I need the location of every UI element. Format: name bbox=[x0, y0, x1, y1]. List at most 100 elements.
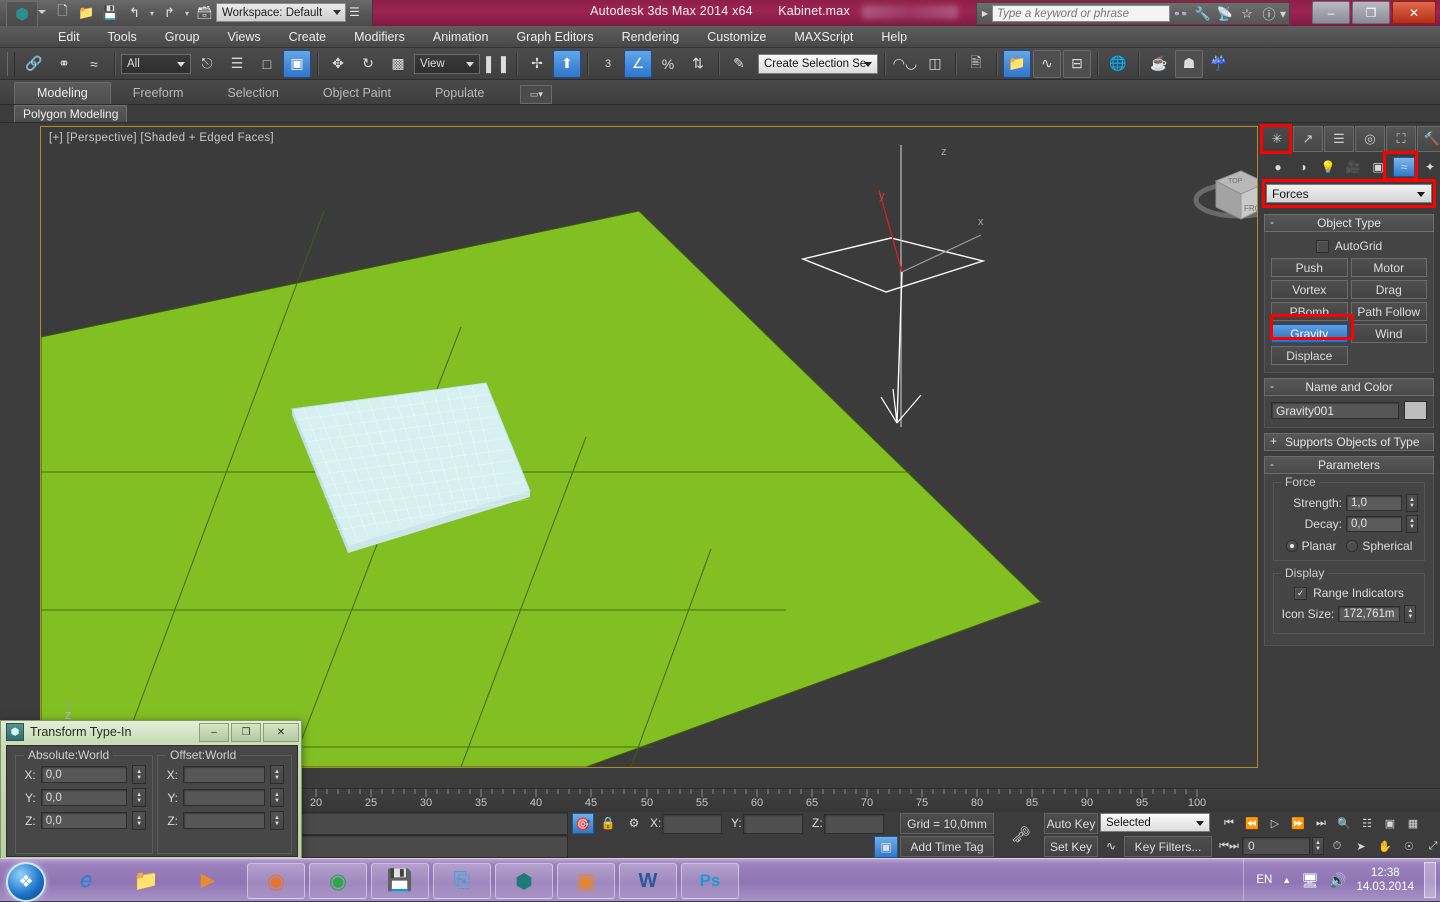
offset-y-input[interactable] bbox=[183, 789, 265, 806]
offset-x-spinner[interactable]: ▲ ▼ bbox=[270, 765, 284, 784]
decay-input[interactable]: 0,0 bbox=[1346, 516, 1402, 532]
autogrid-checkbox[interactable] bbox=[1315, 239, 1329, 253]
object-color-swatch[interactable] bbox=[1404, 401, 1427, 420]
y-coord-input[interactable] bbox=[743, 814, 803, 834]
x-coord-input[interactable] bbox=[662, 814, 722, 834]
render-setup-icon[interactable]: ☕ bbox=[1145, 50, 1173, 78]
select-scale-icon[interactable]: ▩ bbox=[384, 50, 412, 78]
ribbon-panel-polygon-modeling[interactable]: Polygon Modeling bbox=[14, 105, 128, 122]
menu-item-graph-editors[interactable]: Graph Editors bbox=[502, 27, 607, 47]
object-type-drag-button[interactable]: Drag bbox=[1350, 280, 1427, 299]
menu-item-rendering[interactable]: Rendering bbox=[608, 27, 694, 47]
object-type-displace-button[interactable]: Displace bbox=[1271, 346, 1348, 365]
unlink-icon[interactable]: ⚭ bbox=[50, 50, 78, 78]
perspective-viewport[interactable]: [+] [Perspective] [Shaded + Edged Faces] bbox=[40, 126, 1258, 768]
satellite-icon[interactable]: 📡 bbox=[1214, 4, 1236, 23]
maximize-viewport-icon[interactable]: ⤢ bbox=[1422, 836, 1440, 856]
firefox-icon[interactable]: ◉ bbox=[247, 863, 305, 899]
key-mode-dropdown[interactable]: Selected bbox=[1100, 813, 1210, 832]
auto-key-button[interactable]: Auto Key bbox=[1044, 813, 1098, 834]
spherical-radio[interactable]: Spherical bbox=[1346, 539, 1412, 553]
icon-size-input[interactable]: 172,761m bbox=[1338, 606, 1401, 622]
rectangular-region-icon[interactable]: □ bbox=[253, 50, 281, 78]
selection-filter-dropdown[interactable]: All bbox=[121, 53, 191, 74]
add-time-tag-button[interactable]: Add Time Tag bbox=[900, 836, 994, 857]
schematic-view-icon[interactable]: ⊟ bbox=[1063, 49, 1091, 78]
ribbon-tab-freeform[interactable]: Freeform bbox=[111, 83, 206, 104]
offset-z-input[interactable] bbox=[183, 812, 265, 829]
orbit-icon[interactable]: ☉ bbox=[1398, 836, 1420, 856]
menu-item-animation[interactable]: Animation bbox=[419, 27, 503, 47]
toolbar-grip[interactable] bbox=[7, 51, 15, 76]
z-coord-input[interactable] bbox=[824, 814, 884, 834]
object-type-wind-button[interactable]: Wind bbox=[1350, 324, 1427, 343]
zoom-icon[interactable]: 🔍 bbox=[1333, 813, 1355, 833]
mirror-icon[interactable]: ◠◡ bbox=[891, 50, 919, 78]
angle-snap-toggle-icon[interactable]: ∠ bbox=[624, 49, 652, 78]
time-configuration-icon[interactable]: ⏱ bbox=[1326, 836, 1348, 856]
key-filters-button[interactable]: Key Filters... bbox=[1124, 836, 1212, 857]
object-type-gravity-button[interactable]: Gravity bbox=[1271, 324, 1348, 343]
photoshop-icon[interactable]: Ps bbox=[681, 863, 739, 899]
range-indicators-row[interactable]: ✓ Range Indicators bbox=[1280, 586, 1418, 600]
transform-maximize-button[interactable]: ❐ bbox=[231, 723, 261, 742]
set-key-filters-icon[interactable]: ∿ bbox=[1100, 836, 1122, 855]
selection-lock-icon[interactable]: 🎯 bbox=[572, 813, 594, 834]
render-production-icon[interactable]: ☔ bbox=[1205, 50, 1233, 78]
current-frame-spinner[interactable]: ▲ ▼ bbox=[1312, 837, 1324, 855]
infocenter-expand-icon[interactable]: ▶ bbox=[980, 9, 992, 18]
select-by-name-icon[interactable]: ☰ bbox=[223, 50, 251, 78]
help-dropdown-icon[interactable]: ▾ bbox=[1280, 7, 1286, 21]
ribbon-tab-modeling[interactable]: Modeling bbox=[14, 82, 111, 104]
modify-tab-icon[interactable]: ↗ bbox=[1293, 126, 1323, 152]
reference-coordinate-dropdown[interactable]: View bbox=[414, 53, 480, 74]
select-object-icon[interactable]: ⎋ bbox=[193, 50, 221, 78]
rollout-parameters-header[interactable]: - Parameters bbox=[1264, 456, 1434, 474]
binoculars-icon[interactable]: 👓 bbox=[1170, 4, 1192, 23]
3dsmax-icon[interactable]: ⬢ bbox=[495, 863, 553, 899]
help-icon[interactable]: ⓘ bbox=[1258, 4, 1280, 23]
start-orb-icon[interactable]: ❖ bbox=[6, 862, 46, 902]
ribbon-tab-object-paint[interactable]: Object Paint bbox=[301, 83, 413, 104]
zoom-extents-icon[interactable]: ▣ bbox=[1379, 813, 1401, 833]
absolute-relative-icon[interactable]: ⚙ bbox=[624, 813, 644, 832]
zoom-extents-all-icon[interactable]: ▦ bbox=[1402, 813, 1424, 833]
save-app-icon[interactable]: 💾 bbox=[371, 863, 429, 899]
show-hidden-icon[interactable]: ▲ bbox=[1282, 875, 1291, 885]
lights-icon[interactable]: 💡 bbox=[1318, 158, 1338, 176]
field-of-view-icon[interactable]: ➤ bbox=[1350, 836, 1372, 856]
spinner-snap-icon[interactable]: ⇅ bbox=[684, 50, 712, 78]
clock[interactable]: 12:38 14.03.2014 bbox=[1356, 866, 1414, 894]
star-icon[interactable]: ☆ bbox=[1236, 4, 1258, 23]
ribbon-options-icon[interactable]: ▭▾ bbox=[520, 85, 553, 104]
create-tab-icon[interactable]: ✳ bbox=[1262, 126, 1292, 152]
next-frame-icon[interactable]: ⏩ bbox=[1287, 813, 1309, 833]
menu-item-create[interactable]: Create bbox=[275, 27, 341, 47]
absolute-x-spinner[interactable]: ▲ ▼ bbox=[132, 765, 146, 784]
network-icon[interactable]: 🖥 bbox=[1301, 872, 1319, 889]
display-tab-icon[interactable]: ⛶ bbox=[1386, 126, 1416, 152]
object-type-motor-button[interactable]: Motor bbox=[1350, 258, 1427, 277]
motion-tab-icon[interactable]: ◎ bbox=[1355, 126, 1385, 152]
menu-item-modifiers[interactable]: Modifiers bbox=[340, 27, 419, 47]
menu-item-help[interactable]: Help bbox=[867, 27, 921, 47]
named-selection-sets-dropdown[interactable]: Create Selection Se bbox=[758, 53, 878, 74]
object-type-path-follow-button[interactable]: Path Follow bbox=[1350, 302, 1427, 321]
percent-snap-icon[interactable]: % bbox=[654, 50, 682, 78]
menu-item-tools[interactable]: Tools bbox=[94, 27, 151, 47]
category-dropdown[interactable]: Forces bbox=[1266, 184, 1432, 203]
edit-named-selection-sets-icon[interactable]: ✎ bbox=[725, 50, 753, 78]
search-input[interactable]: Type a keyword or phrase bbox=[991, 5, 1170, 22]
cameras-icon[interactable]: 🎥 bbox=[1343, 158, 1363, 176]
strength-input[interactable]: 1,0 bbox=[1346, 495, 1402, 511]
offset-x-input[interactable] bbox=[183, 766, 265, 783]
align-icon[interactable]: ◫ bbox=[921, 50, 949, 78]
previous-frame-icon[interactable]: ⏪ bbox=[1241, 813, 1263, 833]
absolute-y-input[interactable]: 0,0 bbox=[40, 789, 128, 806]
absolute-y-spinner[interactable]: ▲ ▼ bbox=[132, 788, 146, 807]
strength-spinner[interactable]: ▲ ▼ bbox=[1406, 494, 1418, 512]
curve-editor-icon[interactable]: ∿ bbox=[1033, 49, 1061, 78]
language-indicator[interactable]: EN bbox=[1256, 874, 1272, 886]
restore-button[interactable]: ❐ bbox=[1352, 1, 1390, 24]
range-indicators-checkbox[interactable]: ✓ bbox=[1294, 586, 1308, 600]
